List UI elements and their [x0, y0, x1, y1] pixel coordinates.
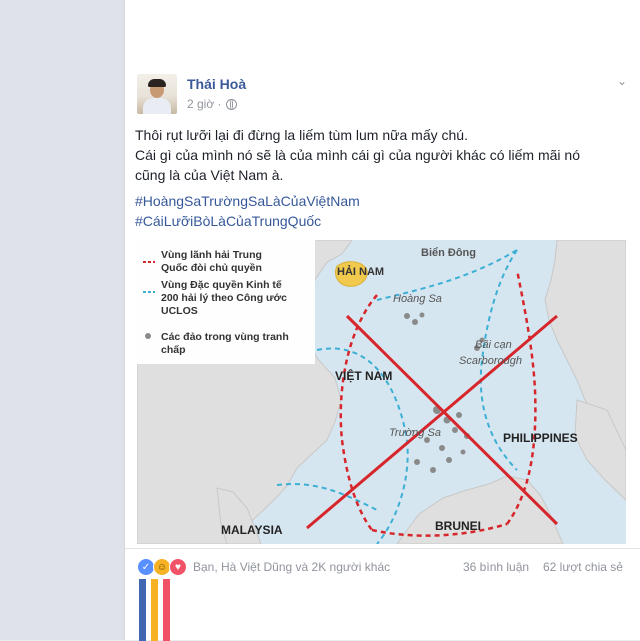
reactions-summary[interactable]: Bạn, Hà Việt Dũng và 2K người khác	[193, 560, 390, 574]
map-label-hai-nam: HẢI NAM	[337, 265, 384, 278]
post-body-line: Cái gì của mình nó sẽ là của mình cái gì…	[135, 147, 580, 163]
stripe-haha	[151, 579, 158, 641]
author-avatar[interactable]	[137, 74, 177, 114]
legend-claim-line2: Quốc đòi chủ quyền	[161, 262, 262, 274]
map-label-brunei: BRUNEI	[435, 519, 481, 533]
left-gutter	[0, 0, 124, 640]
map-label-hoang-sa: Hoàng Sa	[393, 293, 442, 305]
map-label-viet-nam: VIỆT NAM	[335, 368, 392, 383]
map-label-bai-can: Bãi cạn	[475, 339, 512, 351]
globe-icon	[225, 98, 237, 110]
author-name[interactable]: Thái Hoà	[187, 76, 246, 92]
map-label-bien-dong: Biển Đông	[421, 247, 476, 259]
post-body-line: Thôi rụt lưỡi lại đi đừng la liếm tùm lu…	[135, 127, 468, 143]
map-label-malaysia: MALAYSIA	[221, 523, 283, 537]
post-time[interactable]: 2 giờ ·	[187, 97, 222, 111]
reaction-stripes	[139, 579, 170, 641]
hashtag-link[interactable]: #CáiLưỡiBòLàCủaTrungQuốc	[135, 211, 360, 231]
legend-claim-line1: Vùng lãnh hải Trung	[161, 249, 262, 261]
love-icon: ♥	[169, 558, 187, 576]
chevron-down-icon[interactable]: ⌄	[617, 74, 627, 88]
reaction-icons[interactable]: ✓ ☺ ♥	[137, 558, 187, 576]
comments-count[interactable]: 36 bình luận	[463, 560, 529, 574]
reactions-bar: ✓ ☺ ♥ Bạn, Hà Việt Dũng và 2K người khác…	[125, 548, 640, 641]
legend-islands-line1: Các đảo trong vùng tranh	[161, 331, 289, 343]
legend-eez-line2: 200 hải lý theo Công ước	[161, 292, 287, 304]
legend-islands-line2: chấp	[161, 344, 186, 356]
post-meta: 2 giờ ·	[187, 97, 237, 111]
shares-count[interactable]: 62 lượt chia sẻ	[543, 560, 623, 574]
legend-eez-line3: UCLOS	[161, 305, 198, 317]
map-label-philippines: PHILIPPINES	[503, 431, 578, 445]
hashtag-link[interactable]: #HoàngSaTrườngSaLàCủaViệtNam	[135, 191, 360, 211]
stripe-love	[163, 579, 170, 641]
map-label-truong-sa: Trường Sa	[389, 427, 441, 439]
hashtags: #HoàngSaTrườngSaLàCủaViệtNam #CáiLưỡiBòL…	[135, 191, 360, 231]
post-body-line: cũng là của Việt Nam à.	[135, 167, 284, 183]
post-body: Thôi rụt lưỡi lại đi đừng la liếm tùm lu…	[135, 125, 625, 185]
post-card: Thái Hoà 2 giờ · ⌄ Thôi rụt lưỡi lại đi …	[124, 0, 640, 641]
stripe-like	[139, 579, 146, 641]
map-image[interactable]: Vùng lãnh hải Trung Quốc đòi chủ quyền V…	[137, 240, 626, 544]
map-label-scarborough: Scarborough	[459, 355, 522, 367]
legend-eez-line1: Vùng Đặc quyền Kinh tế	[161, 279, 282, 291]
